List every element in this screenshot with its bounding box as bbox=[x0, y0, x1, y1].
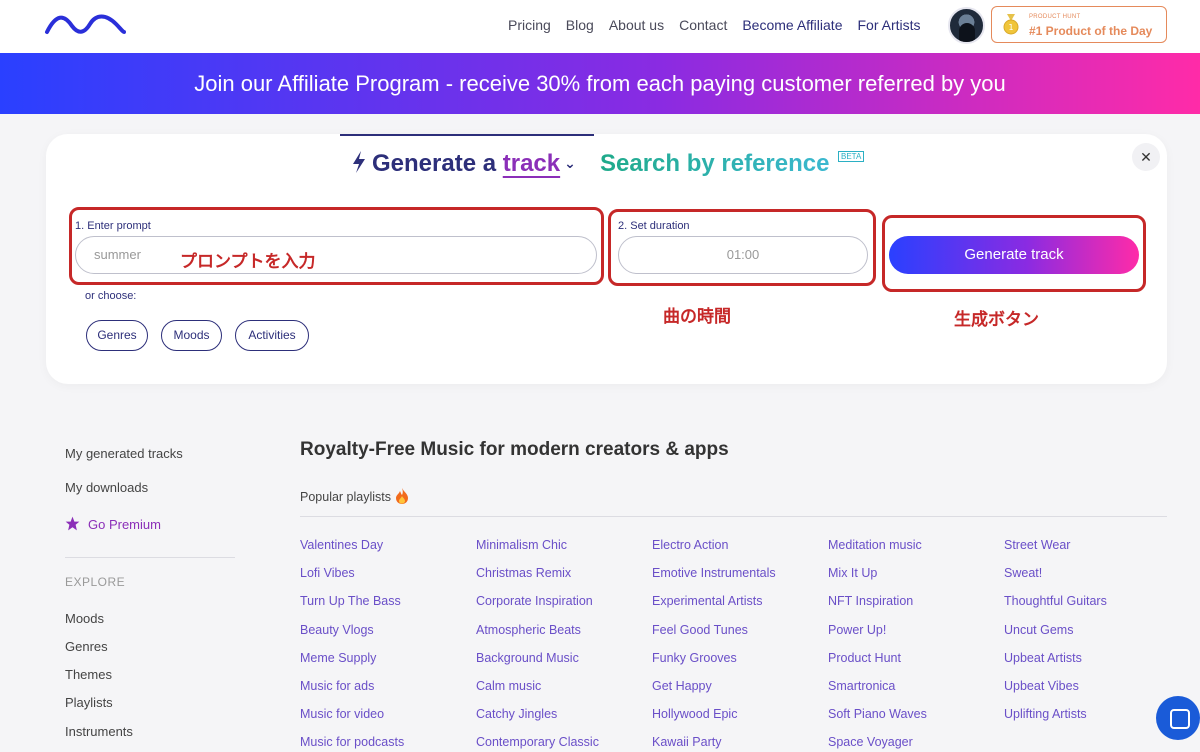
playlist-link[interactable]: Turn Up The Bass bbox=[300, 594, 404, 622]
playlist-link[interactable]: Sweat! bbox=[1004, 566, 1107, 594]
close-icon[interactable]: ✕ bbox=[1132, 143, 1160, 171]
playlist-link[interactable]: Space Voyager bbox=[828, 735, 927, 752]
svg-text:1: 1 bbox=[1008, 23, 1013, 32]
popular-playlists-label: Popular playlists bbox=[300, 490, 392, 504]
playlist-column-1: Valentines Day Lofi Vibes Turn Up The Ba… bbox=[300, 538, 404, 752]
annotation-text-prompt: プロンプトを入力 bbox=[180, 252, 316, 271]
tab-search-by-reference[interactable]: Search by reference bbox=[600, 150, 829, 178]
sidebar-item-moods[interactable]: Moods bbox=[65, 611, 104, 626]
popular-playlists-heading: Popular playlists bbox=[300, 488, 409, 504]
chip-genres[interactable]: Genres bbox=[86, 320, 148, 351]
playlist-link[interactable]: Catchy Jingles bbox=[476, 707, 599, 735]
playlist-link[interactable]: Valentines Day bbox=[300, 538, 404, 566]
playlist-link[interactable]: Soft Piano Waves bbox=[828, 707, 927, 735]
playlist-link[interactable]: Product Hunt bbox=[828, 651, 927, 679]
sidebar-divider bbox=[65, 557, 235, 558]
sidebar-go-premium[interactable]: Go Premium bbox=[65, 516, 161, 532]
playlist-link[interactable]: Upbeat Artists bbox=[1004, 651, 1107, 679]
sidebar-item-playlists[interactable]: Playlists bbox=[65, 695, 113, 710]
wave-logo-icon[interactable] bbox=[44, 12, 126, 36]
content-divider bbox=[300, 516, 1167, 517]
nav-pricing[interactable]: Pricing bbox=[508, 17, 551, 33]
nav-about[interactable]: About us bbox=[609, 17, 664, 33]
beta-badge: BETA bbox=[838, 151, 865, 162]
playlist-link[interactable]: Atmospheric Beats bbox=[476, 623, 599, 651]
product-hunt-title: #1 Product of the Day bbox=[1029, 24, 1153, 38]
annotation-box-generate bbox=[882, 215, 1146, 292]
playlist-link[interactable]: Thoughtful Guitars bbox=[1004, 594, 1107, 622]
playlist-link[interactable]: Emotive Instrumentals bbox=[652, 566, 776, 594]
playlist-link[interactable]: Electro Action bbox=[652, 538, 776, 566]
tab-generate-word[interactable]: track bbox=[503, 150, 560, 177]
playlist-link[interactable]: Calm music bbox=[476, 679, 599, 707]
tab-generate-track[interactable]: Generate a track ⌄ bbox=[352, 150, 576, 178]
chip-moods[interactable]: Moods bbox=[161, 320, 222, 351]
sidebar-item-genres[interactable]: Genres bbox=[65, 639, 108, 654]
product-hunt-badge[interactable]: 1 PRODUCT HUNT #1 Product of the Day bbox=[991, 6, 1167, 43]
playlist-link[interactable]: Corporate Inspiration bbox=[476, 594, 599, 622]
chevron-down-icon[interactable]: ⌄ bbox=[564, 155, 576, 172]
playlist-link[interactable]: Music for ads bbox=[300, 679, 404, 707]
playlist-link[interactable]: Contemporary Classic bbox=[476, 735, 599, 752]
playlist-link[interactable]: Meme Supply bbox=[300, 651, 404, 679]
playlist-link[interactable]: NFT Inspiration bbox=[828, 594, 927, 622]
nav-become-affiliate[interactable]: Become Affiliate bbox=[742, 17, 842, 33]
playlist-column-4: Meditation music Mix It Up NFT Inspirati… bbox=[828, 538, 927, 752]
playlist-link[interactable]: Christmas Remix bbox=[476, 566, 599, 594]
go-premium-label: Go Premium bbox=[88, 517, 161, 532]
affiliate-banner-text: Join our Affiliate Program - receive 30%… bbox=[194, 71, 1006, 96]
avatar[interactable] bbox=[948, 7, 985, 44]
tab-generate-prefix: Generate a bbox=[372, 150, 497, 177]
playlist-link[interactable]: Lofi Vibes bbox=[300, 566, 404, 594]
top-header: Pricing Blog About us Contact Become Aff… bbox=[0, 0, 1200, 53]
main-nav: Pricing Blog About us Contact Become Aff… bbox=[508, 17, 936, 33]
playlist-link[interactable]: Kawaii Party bbox=[652, 735, 776, 752]
playlist-link[interactable]: Street Wear bbox=[1004, 538, 1107, 566]
playlist-column-3: Electro Action Emotive Instrumentals Exp… bbox=[652, 538, 776, 752]
playlist-link[interactable]: Smartronica bbox=[828, 679, 927, 707]
annotation-text-duration: 曲の時間 bbox=[663, 307, 731, 326]
playlist-link[interactable]: Meditation music bbox=[828, 538, 927, 566]
playlist-link[interactable]: Upbeat Vibes bbox=[1004, 679, 1107, 707]
playlist-link[interactable]: Get Happy bbox=[652, 679, 776, 707]
chat-icon[interactable] bbox=[1156, 696, 1200, 740]
chip-activities[interactable]: Activities bbox=[235, 320, 309, 351]
playlist-link[interactable]: Mix It Up bbox=[828, 566, 927, 594]
annotation-box-duration bbox=[608, 209, 876, 286]
playlist-link[interactable]: Uncut Gems bbox=[1004, 623, 1107, 651]
playlist-link[interactable]: Minimalism Chic bbox=[476, 538, 599, 566]
playlist-column-2: Minimalism Chic Christmas Remix Corporat… bbox=[476, 538, 599, 752]
playlist-link[interactable]: Music for video bbox=[300, 707, 404, 735]
nav-blog[interactable]: Blog bbox=[566, 17, 594, 33]
playlist-link[interactable]: Uplifting Artists bbox=[1004, 707, 1107, 735]
playlist-link[interactable]: Power Up! bbox=[828, 623, 927, 651]
page-title: Royalty-Free Music for modern creators &… bbox=[300, 439, 729, 460]
playlist-link[interactable]: Feel Good Tunes bbox=[652, 623, 776, 651]
playlist-link[interactable]: Hollywood Epic bbox=[652, 707, 776, 735]
nav-contact[interactable]: Contact bbox=[679, 17, 727, 33]
playlist-column-5: Street Wear Sweat! Thoughtful Guitars Un… bbox=[1004, 538, 1107, 735]
nav-for-artists[interactable]: For Artists bbox=[857, 17, 920, 33]
playlist-link[interactable]: Experimental Artists bbox=[652, 594, 776, 622]
annotation-text-generate: 生成ボタン bbox=[954, 310, 1039, 329]
medal-icon: 1 bbox=[1003, 14, 1019, 35]
fire-icon bbox=[396, 488, 409, 504]
playlist-link[interactable]: Beauty Vlogs bbox=[300, 623, 404, 651]
annotation-box-prompt bbox=[69, 207, 604, 285]
lightning-bolt-icon bbox=[353, 151, 365, 173]
sidebar-my-generated-tracks[interactable]: My generated tracks bbox=[65, 446, 183, 461]
product-hunt-label: PRODUCT HUNT bbox=[1029, 14, 1081, 20]
active-tab-indicator bbox=[340, 134, 594, 136]
or-choose-label: or choose: bbox=[85, 290, 137, 302]
sidebar-item-themes[interactable]: Themes bbox=[65, 667, 112, 682]
playlist-link[interactable]: Music for podcasts bbox=[300, 735, 404, 752]
playlist-link[interactable]: Funky Grooves bbox=[652, 651, 776, 679]
playlist-link[interactable]: Background Music bbox=[476, 651, 599, 679]
sidebar-item-instruments[interactable]: Instruments bbox=[65, 724, 133, 739]
sidebar-explore-heading: EXPLORE bbox=[65, 575, 126, 589]
sidebar-my-downloads[interactable]: My downloads bbox=[65, 480, 148, 495]
affiliate-banner[interactable]: Join our Affiliate Program - receive 30%… bbox=[0, 53, 1200, 114]
star-icon bbox=[65, 516, 80, 531]
